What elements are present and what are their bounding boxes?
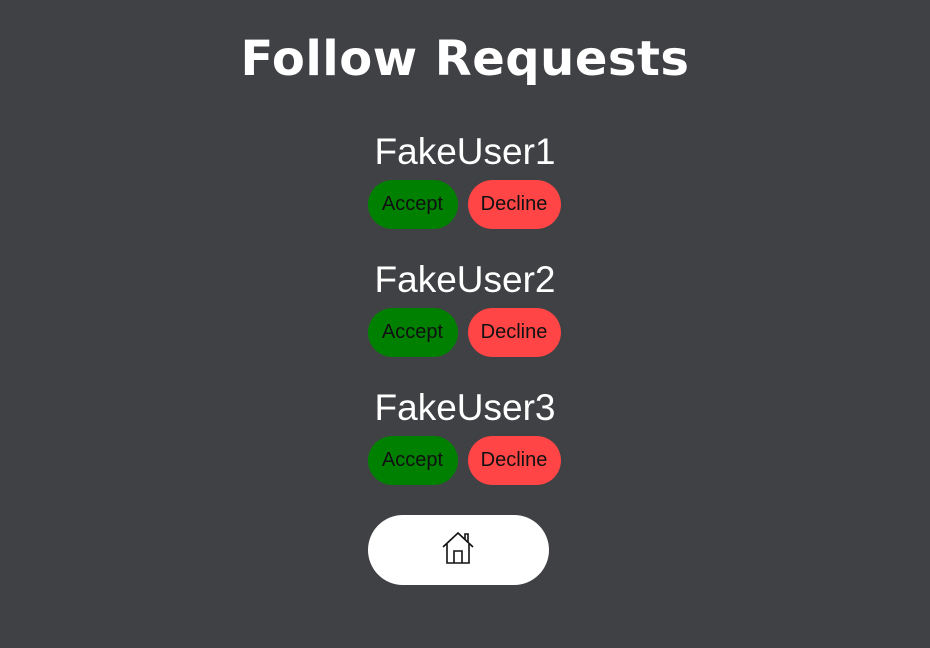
request-item: FakeUser2 Accept Decline	[0, 258, 930, 357]
decline-button[interactable]: Decline	[467, 308, 561, 357]
follow-requests-page: Follow Requests FakeUser1 Accept Decline…	[0, 0, 930, 648]
request-actions: Accept Decline	[0, 436, 930, 485]
decline-button[interactable]: Decline	[467, 180, 561, 229]
request-item: FakeUser3 Accept Decline	[0, 386, 930, 485]
accept-button[interactable]: Accept	[367, 308, 458, 357]
home-icon	[441, 531, 474, 564]
request-username: FakeUser3	[374, 387, 556, 428]
accept-button[interactable]: Accept	[367, 436, 458, 485]
decline-button[interactable]: Decline	[467, 436, 561, 485]
home-button[interactable]	[368, 515, 549, 585]
request-actions: Accept Decline	[0, 180, 930, 229]
request-username: FakeUser1	[374, 131, 556, 172]
request-username: FakeUser2	[374, 259, 556, 300]
request-actions: Accept Decline	[0, 308, 930, 357]
request-item: FakeUser1 Accept Decline	[0, 130, 930, 229]
accept-button[interactable]: Accept	[367, 180, 458, 229]
page-title: Follow Requests	[240, 31, 690, 87]
